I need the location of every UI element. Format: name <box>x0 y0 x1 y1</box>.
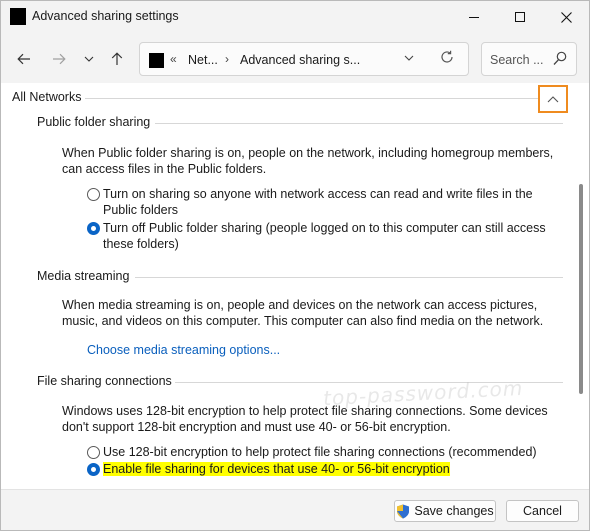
breadcrumb-advanced-sharing[interactable]: Advanced sharing s... <box>240 53 360 67</box>
save-changes-button[interactable]: Save changes <box>394 500 496 522</box>
file-sharing-description: Windows uses 128-bit encryption to help … <box>62 404 548 434</box>
back-arrow-icon <box>17 53 30 65</box>
back-button[interactable] <box>12 48 36 70</box>
up-arrow-icon <box>111 52 123 65</box>
radio-label-public-sharing-off[interactable]: Turn off Public folder sharing (people l… <box>103 220 559 252</box>
address-dropdown-button[interactable] <box>404 52 414 64</box>
section-title-media-streaming: Media streaming <box>37 269 130 283</box>
title-bar: Advanced sharing settings <box>1 1 589 33</box>
address-bar[interactable]: « Net... › Advanced sharing s... <box>139 42 469 76</box>
window-title: Advanced sharing settings <box>32 9 179 23</box>
media-streaming-options-link[interactable]: Choose media streaming options... <box>87 343 280 357</box>
cancel-button[interactable]: Cancel <box>506 500 579 522</box>
recent-locations-button[interactable] <box>77 48 101 70</box>
close-icon <box>560 11 572 23</box>
control-panel-icon <box>149 53 164 68</box>
public-folder-description: When Public folder sharing is on, people… <box>62 146 554 176</box>
close-button[interactable] <box>543 1 589 33</box>
overflow-chevron-icon[interactable]: « <box>170 52 177 66</box>
vertical-scrollbar[interactable] <box>574 83 588 489</box>
section-title-file-sharing: File sharing connections <box>37 374 172 388</box>
section-divider <box>135 277 563 278</box>
chevron-down-icon <box>404 55 414 61</box>
up-button[interactable] <box>105 48 129 70</box>
group-title-all-networks: All Networks <box>12 90 82 104</box>
highlighted-option-text[interactable]: Enable file sharing for devices that use… <box>103 462 450 476</box>
save-changes-label[interactable]: Save changes <box>414 504 493 518</box>
search-icon <box>553 51 567 65</box>
section-divider <box>155 123 563 124</box>
minimize-icon <box>469 16 479 18</box>
navigation-bar: « Net... › Advanced sharing s... Search … <box>1 39 589 79</box>
refresh-button[interactable] <box>440 50 454 69</box>
radio-label-public-sharing-on[interactable]: Turn on sharing so anyone with network a… <box>103 186 559 218</box>
radio-public-sharing-off[interactable] <box>87 222 100 235</box>
app-icon <box>10 8 26 25</box>
refresh-icon <box>441 50 453 63</box>
group-divider <box>85 98 539 99</box>
radio-label-40-56-bit-encryption[interactable]: Enable file sharing for devices that use… <box>103 461 559 477</box>
maximize-icon <box>515 12 525 22</box>
breadcrumb-separator-icon[interactable]: › <box>225 52 229 66</box>
settings-content: All Networks Public folder sharing When … <box>1 83 589 489</box>
media-streaming-description: When media streaming is on, people and d… <box>62 298 544 328</box>
maximize-button[interactable] <box>497 1 543 33</box>
minimize-button[interactable] <box>451 1 497 33</box>
breadcrumb-network[interactable]: Net... <box>188 53 218 67</box>
radio-40-56-bit-encryption[interactable] <box>87 463 100 476</box>
scrollbar-thumb[interactable] <box>579 184 583 394</box>
radio-128-bit-encryption[interactable] <box>87 446 100 459</box>
search-box[interactable]: Search ... <box>481 42 577 76</box>
dialog-footer: Save changes Cancel <box>1 489 589 530</box>
chevron-down-icon <box>84 56 94 62</box>
uac-shield-icon <box>397 504 410 518</box>
radio-label-128-bit-encryption[interactable]: Use 128-bit encryption to help protect f… <box>103 444 559 460</box>
search-placeholder[interactable]: Search ... <box>490 53 544 67</box>
forward-button[interactable] <box>47 48 71 70</box>
advanced-sharing-window: Advanced sharing settings « Net... › Adv… <box>0 0 590 531</box>
radio-public-sharing-on[interactable] <box>87 188 100 201</box>
forward-arrow-icon <box>53 53 66 65</box>
chevron-up-icon <box>547 95 559 102</box>
collapse-button[interactable] <box>538 85 568 113</box>
section-title-public-folder: Public folder sharing <box>37 115 151 129</box>
